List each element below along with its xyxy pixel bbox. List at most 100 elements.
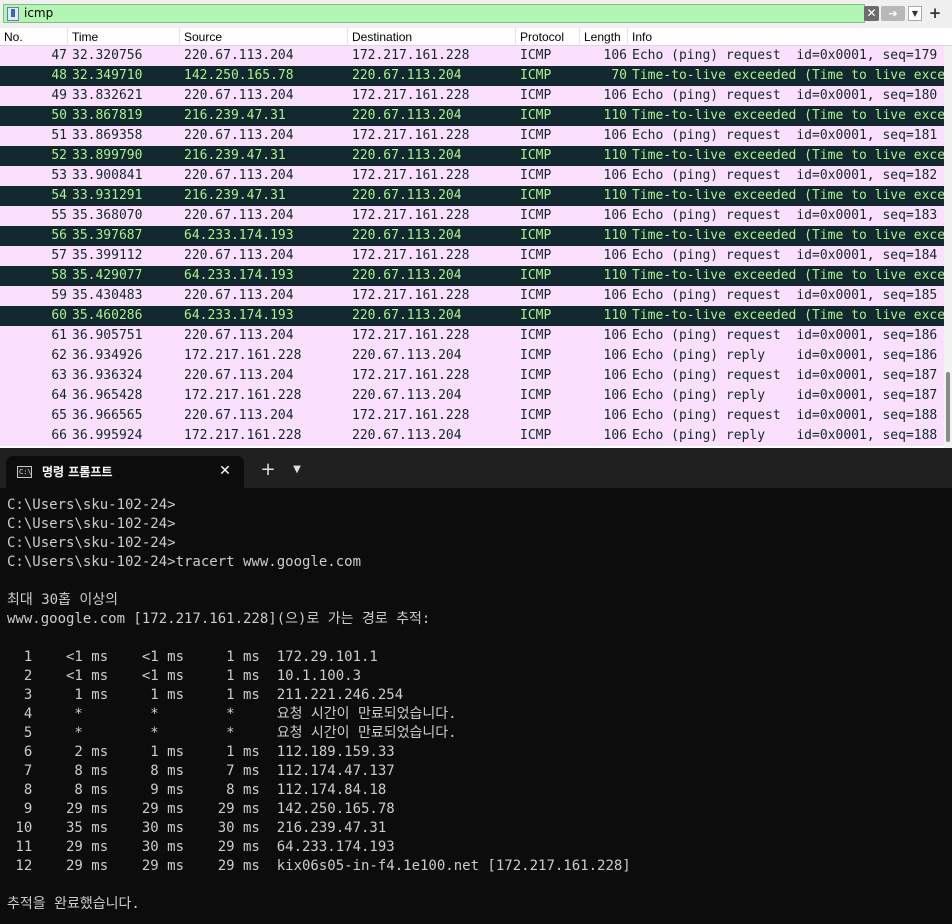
packet-no: 60 [51,308,67,323]
packet-destination: 220.67.113.204 [352,188,462,203]
column-header-destination[interactable]: Destination [348,28,516,46]
packet-no: 62 [51,348,67,363]
packet-info: Time-to-live exceeded (Time to live exce… [632,228,944,243]
packet-row[interactable]: 63 36.936324 220.67.113.204 172.217.161.228… [0,366,944,386]
packet-protocol: ICMP [520,148,552,163]
packet-row[interactable]: 51 33.869358 220.67.113.204 172.217.161.228… [0,126,944,146]
console-line: 9 29 ms 29 ms 29 ms 142.250.165.78 [7,801,395,817]
packet-info: Echo (ping) request id=0x0001, seq=182 [632,168,938,183]
display-filter-input[interactable]: icmp [3,4,865,23]
packet-no: 54 [51,188,67,203]
packet-row[interactable]: 62 36.934926 172.217.161.228 220.67.113.204… [0,346,944,366]
packet-destination: 220.67.113.204 [352,268,462,283]
packet-source: 216.239.47.31 [184,108,286,123]
packet-row[interactable]: 64 36.965428 172.217.161.228 220.67.113.204… [0,386,944,406]
packet-time: 36.965428 [72,388,143,403]
apply-filter-icon[interactable]: ➔ [881,6,905,21]
packet-info: Echo (ping) request id=0x0001, seq=181 [632,128,938,143]
packet-row[interactable]: 53 33.900841 220.67.113.204 172.217.161.228… [0,166,944,186]
packet-destination: 220.67.113.204 [352,308,462,323]
packet-length: 106 [603,408,627,423]
column-header-length[interactable]: Length [580,28,628,46]
chevron-down-icon[interactable]: ▼ [288,460,306,480]
packet-length: 110 [603,188,627,203]
packet-row[interactable]: 60 35.460286 64.233.174.193 220.67.113.204 I… [0,306,944,326]
add-filter-button-icon[interactable]: + [926,5,944,22]
packet-no: 51 [51,128,67,143]
packet-length: 106 [603,328,627,343]
packet-row[interactable]: 55 35.368070 220.67.113.204 172.217.161.228… [0,206,944,226]
packet-row[interactable]: 65 36.966565 220.67.113.204 172.217.161.228… [0,406,944,426]
packet-source: 142.250.165.78 [184,68,294,83]
packet-length: 106 [603,428,627,443]
packet-row[interactable]: 48 32.349710 142.250.165.78 220.67.113.204 I… [0,66,944,86]
packet-time: 35.397687 [72,228,143,243]
packet-info: Time-to-live exceeded (Time to live exce… [632,108,944,123]
packet-time: 35.429077 [72,268,143,283]
close-icon[interactable]: ✕ [216,462,234,480]
packet-destination: 172.217.161.228 [352,208,470,223]
packet-row[interactable]: 57 35.399112 220.67.113.204 172.217.161.228… [0,246,944,266]
scrollbar-thumb[interactable] [946,372,950,442]
new-tab-button[interactable]: + [258,460,278,480]
column-header-no[interactable]: No. [0,28,68,46]
packet-time: 33.867819 [72,108,143,123]
packet-row[interactable]: 52 33.899790 216.239.47.31 220.67.113.204 IC… [0,146,944,166]
packet-destination: 220.67.113.204 [352,148,462,163]
packet-length: 106 [603,288,627,303]
bookmark-icon[interactable] [7,7,19,21]
packet-no: 50 [51,108,67,123]
packet-row[interactable]: 56 35.397687 64.233.174.193 220.67.113.204 I… [0,226,944,246]
packet-source: 220.67.113.204 [184,168,294,183]
console-line: 추적을 완료했습니다. [7,896,140,912]
packet-list-scrollbar[interactable] [944,46,952,448]
packet-info: Echo (ping) request id=0x0001, seq=180 [632,88,938,103]
packet-protocol: ICMP [520,208,552,223]
packet-info: Echo (ping) request id=0x0001, seq=185 [632,288,938,303]
display-filter-toolbar: icmp ✕ ➔ ▼ + [0,0,952,28]
packet-protocol: ICMP [520,368,552,383]
column-header-info[interactable]: Info [628,28,952,46]
packet-info: Echo (ping) reply id=0x0001, seq=186 [632,348,938,363]
packet-time: 32.320756 [72,48,143,63]
packet-protocol: ICMP [520,88,552,103]
packet-row[interactable]: 49 33.832621 220.67.113.204 172.217.161.228… [0,86,944,106]
tab-command-prompt[interactable]: C:\ 명령 프롬프트 ✕ [6,456,244,488]
packet-no: 65 [51,408,67,423]
packet-time: 33.931291 [72,188,143,203]
console-line: 3 1 ms 1 ms 1 ms 211.221.246.254 [7,687,404,703]
cmd-icon: C:\ [17,466,32,478]
packet-row[interactable]: 59 35.430483 220.67.113.204 172.217.161.228… [0,286,944,306]
packet-length: 110 [603,108,627,123]
console-line: 10 35 ms 30 ms 30 ms 216.239.47.31 [7,820,387,836]
packet-source: 220.67.113.204 [184,208,294,223]
console-line: C:\Users\sku-102-24> [7,535,176,551]
packet-no: 58 [51,268,67,283]
packet-info: Echo (ping) request id=0x0001, seq=186 [632,328,938,343]
packet-row[interactable]: 58 35.429077 64.233.174.193 220.67.113.204 I… [0,266,944,286]
column-header-time[interactable]: Time [68,28,180,46]
packet-row[interactable]: 50 33.867819 216.239.47.31 220.67.113.204 IC… [0,106,944,126]
packet-row[interactable]: 66 36.995924 172.217.161.228 220.67.113.204… [0,426,944,446]
packet-row[interactable]: 47 32.320756 220.67.113.204 172.217.161.228… [0,46,944,66]
packet-row[interactable]: 61 36.905751 220.67.113.204 172.217.161.228… [0,326,944,346]
packet-time: 33.900841 [72,168,143,183]
packet-length: 110 [603,228,627,243]
column-header-protocol[interactable]: Protocol [516,28,580,46]
console-line: 2 <1 ms <1 ms 1 ms 10.1.100.3 [7,668,362,684]
column-header-source[interactable]: Source [180,28,348,46]
packet-no: 48 [51,68,67,83]
packet-length: 106 [603,48,627,63]
packet-row[interactable]: 54 33.931291 216.239.47.31 220.67.113.204 IC… [0,186,944,206]
packet-time: 33.832621 [72,88,143,103]
packet-info: Time-to-live exceeded (Time to live exce… [632,68,944,83]
packet-info: Time-to-live exceeded (Time to live exce… [632,308,944,323]
packet-protocol: ICMP [520,288,552,303]
chevron-down-icon[interactable]: ▼ [908,6,922,21]
clear-filter-icon[interactable]: ✕ [864,6,879,21]
console-output[interactable]: C:\Users\sku-102-24> C:\Users\sku-102-24>… [7,496,947,920]
packet-destination: 172.217.161.228 [352,168,470,183]
packet-length: 106 [603,128,627,143]
